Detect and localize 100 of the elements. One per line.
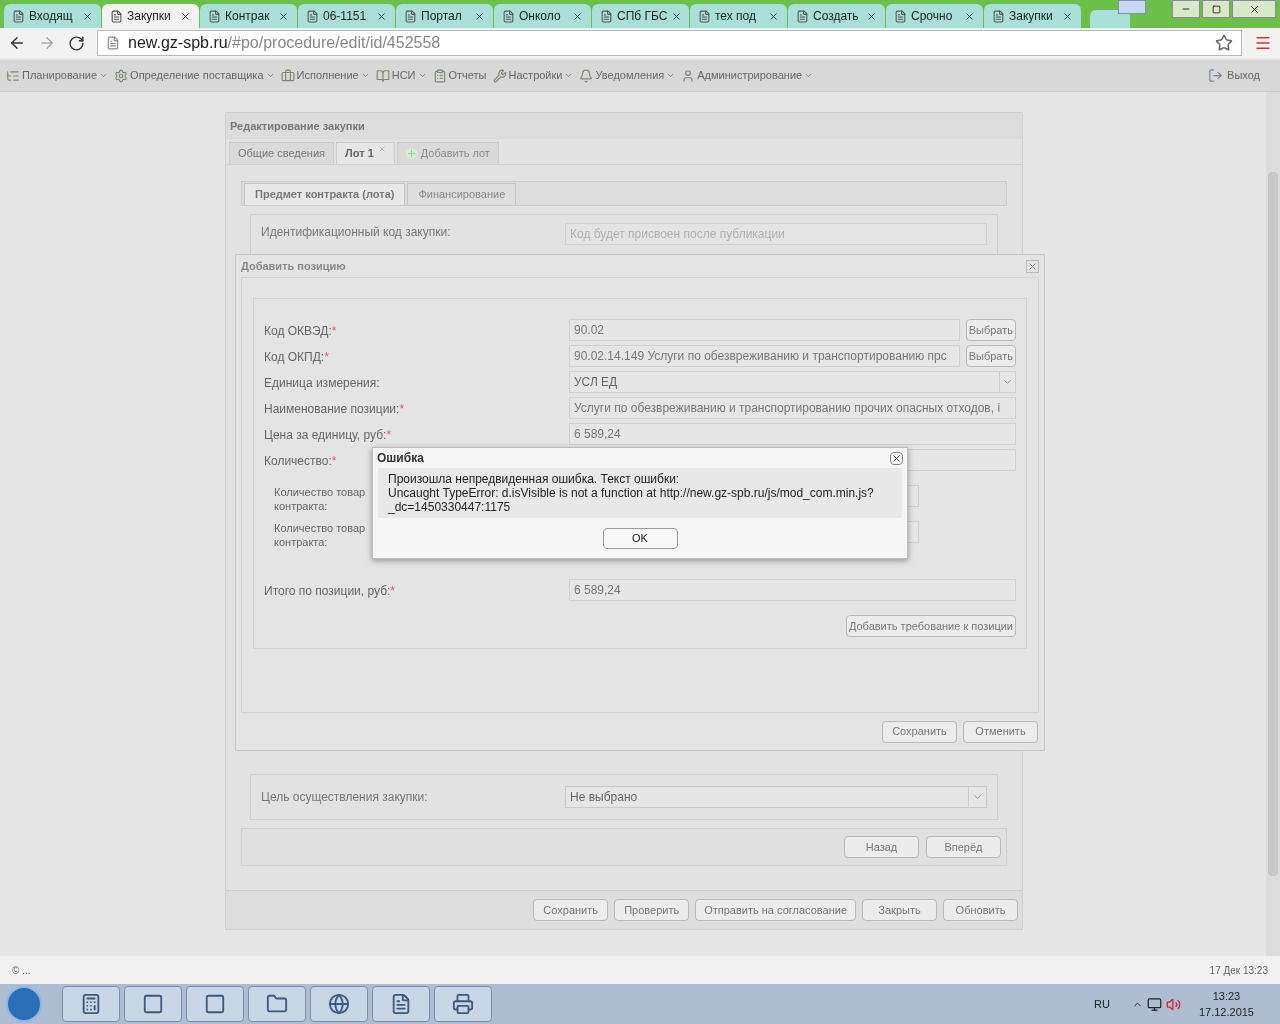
button[interactable]: Выбрать — [965, 345, 1016, 367]
menu-item-icon — [280, 68, 295, 83]
caret-icon — [804, 71, 814, 80]
close-icon[interactable] — [572, 10, 583, 22]
browser-tab[interactable]: Онколо — [494, 4, 591, 28]
clock[interactable]: 13:23 17.12.2015 — [1198, 987, 1254, 1021]
menu-item[interactable]: Исполнение — [280, 67, 370, 84]
button[interactable]: Назад — [844, 836, 919, 858]
taskbar-app-icon[interactable] — [248, 986, 306, 1022]
language-indicator[interactable]: RU — [1094, 995, 1110, 1013]
taskbar-app-icon[interactable] — [310, 986, 368, 1022]
taskbar-app-icon[interactable] — [62, 986, 120, 1022]
browser-tab[interactable]: СПб ГБС — [592, 4, 689, 28]
close-icon[interactable] — [376, 10, 387, 22]
menu-item[interactable]: Администрирование — [681, 67, 814, 84]
browser-tab[interactable]: Портал — [396, 4, 493, 28]
menu-item[interactable]: Настройки — [492, 67, 574, 84]
menu-item-icon — [375, 68, 390, 83]
menu-item[interactable]: Определение поставщика — [114, 67, 275, 84]
panel-title: Редактирование закупки — [230, 118, 365, 134]
address-field[interactable]: new.gz-spb.ru/#po/procedure/edit/id/452558 — [97, 30, 1242, 56]
taskbar-app-icon[interactable] — [124, 986, 182, 1022]
close-icon[interactable] — [180, 10, 191, 22]
close-icon[interactable] — [671, 10, 683, 22]
close-icon[interactable] — [890, 451, 903, 465]
maximize-button[interactable] — [1202, 0, 1230, 18]
button[interactable]: Добавить требование к позиции — [845, 615, 1016, 637]
field-label: Количество:* — [264, 454, 337, 468]
back-icon[interactable] — [8, 34, 26, 52]
network-icon[interactable] — [1146, 996, 1162, 1012]
dropdown[interactable]: УСЛ ЕД — [569, 371, 1016, 393]
menu-item[interactable]: Планирование — [6, 67, 109, 84]
button[interactable]: Сохранить — [533, 899, 609, 921]
button[interactable]: Обновить — [943, 899, 1018, 921]
bookmark-star-icon[interactable] — [1215, 34, 1233, 52]
page-icon — [110, 9, 123, 23]
button[interactable]: Выбрать — [965, 319, 1016, 341]
add-lot-tab[interactable]: Добавить лот — [396, 142, 499, 164]
dropdown[interactable]: Не выбрано — [565, 786, 987, 808]
close-icon[interactable] — [964, 10, 975, 22]
browser-tab[interactable]: Входящ — [4, 4, 101, 28]
taskbar-app-icon[interactable] — [372, 986, 430, 1022]
taskbar-app-icon[interactable] — [434, 986, 492, 1022]
button[interactable]: Сохранить — [882, 720, 957, 743]
close-icon[interactable] — [278, 10, 289, 22]
menu-item-icon — [492, 68, 507, 83]
tab[interactable]: Предмет контракта (лота) — [244, 183, 406, 205]
browser-tab[interactable]: тех под — [690, 4, 787, 28]
close-icon[interactable] — [474, 10, 485, 22]
reload-icon[interactable] — [68, 34, 85, 52]
app-icon — [142, 993, 164, 1015]
browser-tab[interactable]: Срочно — [886, 4, 983, 28]
app-icon — [204, 993, 226, 1015]
browser-tab[interactable]: Закупки — [102, 4, 199, 28]
tab[interactable]: Общие сведения — [229, 142, 335, 164]
close-icon[interactable] — [1062, 10, 1073, 22]
menu-icon[interactable] — [1254, 34, 1272, 52]
taskbar-app-icon[interactable] — [186, 986, 244, 1022]
input-field[interactable]: 6 589,24 — [569, 423, 1016, 445]
page-icon — [796, 9, 809, 23]
menu-item[interactable]: Отчеты — [432, 67, 487, 84]
button[interactable]: Отправить на согласование — [695, 899, 856, 921]
field-label: Код ОКПД:* — [264, 350, 329, 364]
browser-tab[interactable]: Создать — [788, 4, 885, 28]
field-label: Единица измерения: — [264, 376, 380, 390]
button[interactable]: Проверить — [614, 899, 690, 921]
plus-icon — [405, 148, 417, 159]
button[interactable]: Вперёд — [926, 836, 1001, 858]
page-icon — [600, 9, 613, 23]
caret-icon — [666, 71, 676, 80]
browser-tab[interactable]: 06-1151 — [298, 4, 395, 28]
close-icon[interactable] — [768, 10, 779, 22]
input-field[interactable]: 90.02 — [569, 319, 960, 341]
logout-link[interactable]: Выход — [1208, 67, 1260, 84]
close-icon[interactable] — [82, 10, 93, 22]
tab[interactable]: Лот 1 — [336, 142, 395, 164]
menu-item[interactable]: Уведомления — [579, 67, 676, 84]
input-field[interactable]: 6 589,24 — [569, 579, 1016, 601]
app-icon — [80, 993, 102, 1015]
input-field[interactable]: 90.02.14.149 Услуги по обезвреживанию и транспортированию прс — [569, 345, 960, 367]
maximize-icon — [1211, 4, 1221, 14]
browser-tab[interactable]: Контрак — [200, 4, 297, 28]
app-icon — [452, 993, 474, 1015]
menu-item-label: Администрирование — [697, 68, 803, 84]
browser-tab[interactable]: Закупки — [984, 4, 1081, 28]
close-icon[interactable] — [866, 10, 877, 22]
start-button[interactable] — [6, 986, 42, 1022]
field-label: Наименование позиции:* — [264, 402, 405, 416]
tab[interactable]: Финансирование — [407, 183, 517, 205]
input-field[interactable]: Услуги по обезвреживанию и транспортированию прочих опасных отходов, і — [569, 397, 1016, 419]
menu-item-label: Отчеты — [448, 68, 487, 84]
menu-item[interactable]: НСИ — [375, 67, 427, 84]
page-icon — [306, 9, 319, 23]
button[interactable]: Закрыть — [862, 899, 937, 921]
scrollbar[interactable] — [1266, 92, 1280, 956]
ok-button[interactable]: OK — [602, 527, 678, 549]
close-button[interactable] — [1232, 0, 1276, 18]
menu-item-label: Определение поставщика — [130, 68, 264, 84]
button[interactable]: Отменить — [963, 720, 1038, 743]
minimize-button[interactable] — [1172, 0, 1200, 18]
